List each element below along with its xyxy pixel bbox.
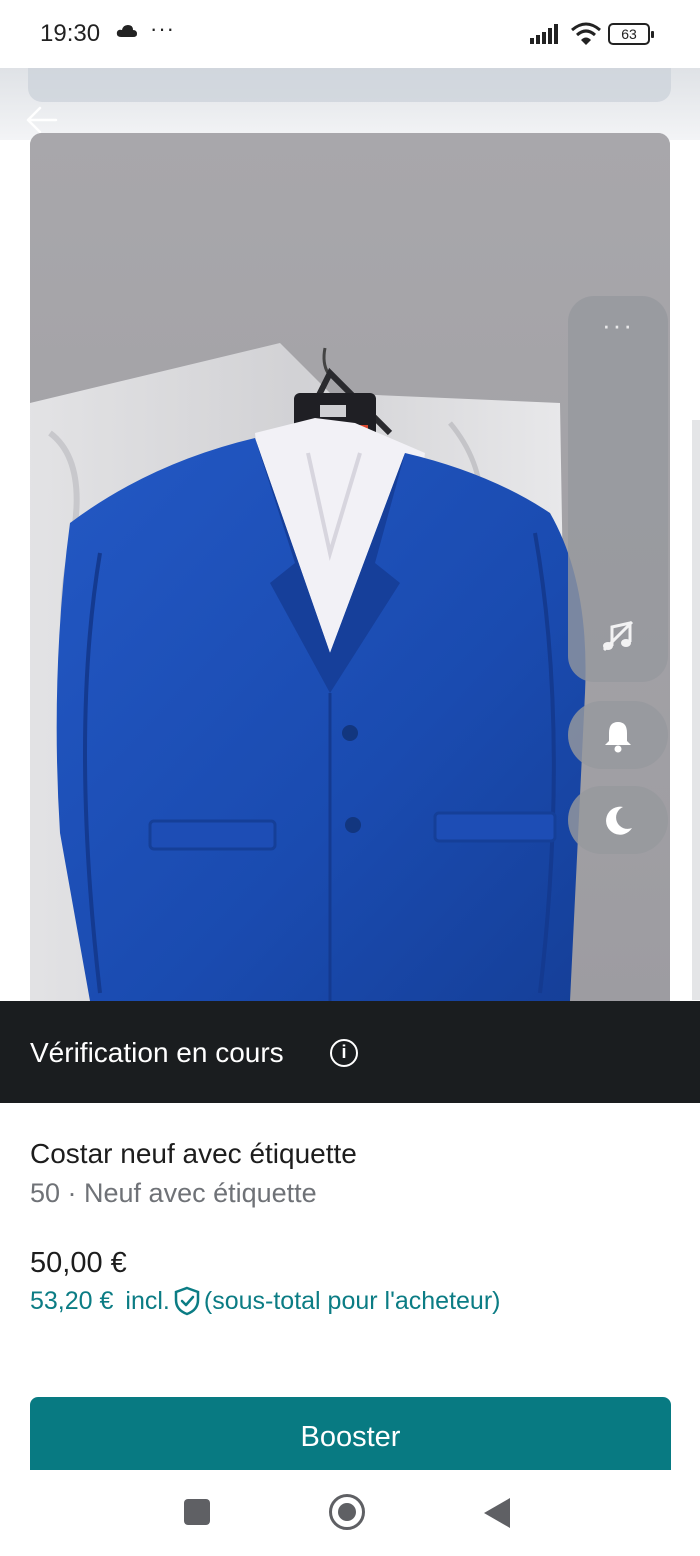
moon-button[interactable] xyxy=(568,786,668,854)
floating-side-panel[interactable]: ··· xyxy=(568,296,668,682)
battery-icon: 63 xyxy=(608,23,654,45)
buyer-total: 53,20 € xyxy=(30,1286,114,1315)
home-icon[interactable] xyxy=(329,1494,365,1530)
status-overflow-icon: ··· xyxy=(150,16,175,41)
recents-icon[interactable] xyxy=(184,1499,210,1525)
verification-banner: Vérification en cours i xyxy=(0,1001,700,1103)
item-price: 50,00 € xyxy=(30,1247,127,1279)
buyer-incl-label: incl. xyxy=(125,1286,170,1315)
signal-icon xyxy=(530,24,558,44)
item-subtitle: 50 · Neuf avec étiquette xyxy=(30,1178,317,1208)
back-icon[interactable] xyxy=(484,1498,510,1528)
wifi-icon xyxy=(571,22,601,45)
verification-text: Vérification en cours xyxy=(30,1037,284,1068)
moon-icon xyxy=(606,806,632,835)
buyer-note: (sous-total pour l'acheteur) xyxy=(203,1286,501,1315)
info-icon[interactable]: i xyxy=(330,1039,358,1067)
item-title: Costar neuf avec étiquette xyxy=(30,1138,357,1169)
bell-button[interactable] xyxy=(568,701,668,769)
system-nav-bar xyxy=(0,1470,700,1556)
booster-button[interactable]: Booster xyxy=(30,1397,671,1471)
cloud-icon xyxy=(116,25,137,37)
music-note-off-icon[interactable] xyxy=(600,618,636,654)
header-pill xyxy=(28,68,671,102)
scroll-edge xyxy=(692,420,700,1000)
bell-icon xyxy=(605,722,631,753)
status-bar: 19:30 ··· 63 xyxy=(0,0,700,68)
buyer-price-row[interactable]: 53,20 € incl. (sous-total pour l'acheteu… xyxy=(30,1286,500,1316)
more-options-icon[interactable]: ··· xyxy=(568,310,668,341)
status-time: 19:30 xyxy=(40,20,101,47)
shield-check-icon xyxy=(174,1286,200,1316)
